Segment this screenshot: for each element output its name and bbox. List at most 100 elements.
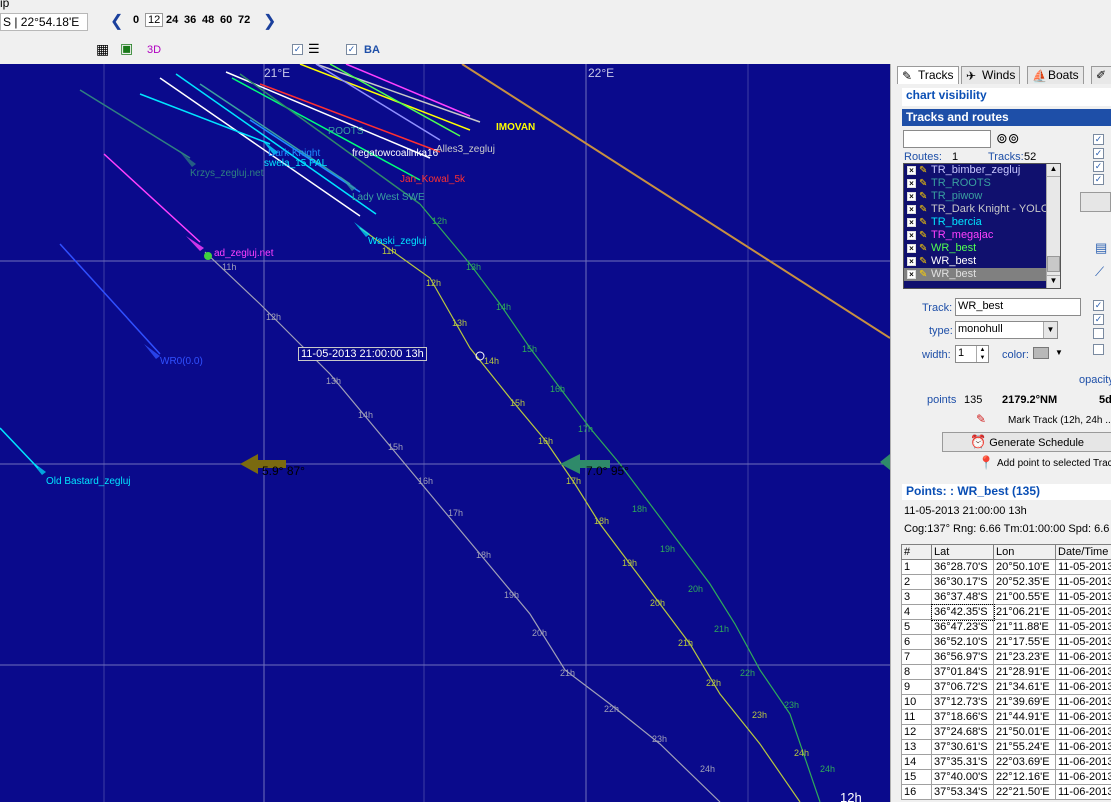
table-row[interactable]: 14 37°35.31'S 22°03.69'E 11-06-2013 xyxy=(901,754,1111,770)
table-row[interactable]: 15 37°40.00'S 22°12.16'E 11-06-2013 xyxy=(901,769,1111,785)
ba-checkbox[interactable]: ✓ xyxy=(346,44,357,55)
type-select[interactable]: monohull ▼ xyxy=(955,321,1058,339)
route-list-item[interactable]: × ✎ WR_best xyxy=(904,255,1060,268)
scroll-down-button[interactable]: ▼ xyxy=(1047,275,1060,288)
track-option-checkbox[interactable]: ✓ xyxy=(1093,300,1104,311)
routes-list[interactable]: × ✎ TR_bimber_zegluj × ✎ TR_ROOTS × ✎ TR_piwow × ✎… xyxy=(903,163,1061,289)
add-point-button[interactable]: Add point to selected Track xyxy=(997,458,1111,469)
track-option-checkbox[interactable] xyxy=(1093,328,1104,339)
track-name-input[interactable]: WR_best xyxy=(955,298,1081,316)
table-header[interactable]: Date/Time xyxy=(1055,544,1111,560)
chart-visibility-header[interactable]: chart visibility xyxy=(902,88,1111,106)
track-option-checkbox[interactable] xyxy=(1093,344,1104,355)
route-visible-checkbox[interactable]: × xyxy=(907,205,916,214)
hour-button-72[interactable]: 72 xyxy=(238,14,250,26)
tab-tracks[interactable]: ✎ Tracks xyxy=(897,66,959,84)
tab-boats[interactable]: ⛵ Boats xyxy=(1027,66,1084,84)
route-visible-checkbox[interactable]: × xyxy=(907,218,916,227)
hour-button-48[interactable]: 48 xyxy=(202,14,214,26)
table-cell: 21°17.55'E xyxy=(993,634,1056,650)
mode-3d-toggle[interactable]: 3D xyxy=(147,44,161,56)
route-list-item[interactable]: × ✎ TR_megajac xyxy=(904,229,1060,242)
next-time-button[interactable]: ❯ xyxy=(263,11,276,31)
table-header[interactable]: Lat xyxy=(931,544,994,560)
table-row[interactable]: 6 36°52.10'S 21°17.55'E 11-05-2013 xyxy=(901,634,1111,650)
hour-button-24[interactable]: 24 xyxy=(166,14,178,26)
table-cell: 11-06-2013 xyxy=(1055,769,1111,785)
hour-button-0[interactable]: 0 xyxy=(133,14,139,26)
tab-more[interactable]: ✐ xyxy=(1091,66,1111,84)
table-row[interactable]: 7 36°56.97'S 21°23.23'E 11-06-2013 xyxy=(901,649,1111,665)
color-swatch[interactable] xyxy=(1033,347,1049,359)
binoculars-icon[interactable]: ⊚⊚ xyxy=(996,130,1019,147)
color-dropdown-icon[interactable]: ▼ xyxy=(1055,348,1063,357)
chart-map[interactable]: 21°E 22°E IMOVAN ROOTS Dark Knight frega… xyxy=(0,64,890,802)
track-hour-label: 18h xyxy=(476,550,492,560)
alarm-clock-icon: ⏰ xyxy=(969,434,987,449)
table-row[interactable]: 2 36°30.17'S 20°52.35'E 11-05-2013 xyxy=(901,574,1111,590)
side-checkbox[interactable]: ✓ xyxy=(1093,148,1104,159)
mark-track-button[interactable]: Mark Track (12h, 24h ..) xyxy=(1008,415,1111,426)
track-search-input[interactable] xyxy=(903,130,991,148)
hour-button-60[interactable]: 60 xyxy=(220,14,232,26)
route-tool-icon[interactable]: ⟋ xyxy=(1095,264,1104,280)
side-checkbox[interactable]: ✓ xyxy=(1093,161,1104,172)
table-cell: 36°52.10'S xyxy=(931,634,994,650)
tracks-label: Tracks: xyxy=(988,151,1024,163)
route-list-item[interactable]: × ✎ TR_piwow xyxy=(904,190,1060,203)
boat-icon xyxy=(30,460,46,475)
route-visible-checkbox[interactable]: × xyxy=(907,244,916,253)
table-row[interactable]: 13 37°30.61'S 21°55.24'E 11-06-2013 xyxy=(901,739,1111,755)
table-row[interactable]: 10 37°12.73'S 21°39.69'E 11-06-2013 xyxy=(901,694,1111,710)
side-checkbox[interactable]: ✓ xyxy=(1093,134,1104,145)
boat-label: swela_15 PAL xyxy=(264,158,328,169)
route-list-item[interactable]: × ✎ WR_best xyxy=(904,242,1060,255)
route-list-item[interactable]: × ✎ TR_bercia xyxy=(904,216,1060,229)
route-list-item[interactable]: × ✎ TR_ROOTS xyxy=(904,177,1060,190)
route-visible-checkbox[interactable]: × xyxy=(907,231,916,240)
layers-checkbox[interactable]: ✓ xyxy=(292,44,303,55)
winds-tab-icon: ✈ xyxy=(966,69,977,83)
track-option-checkbox[interactable]: ✓ xyxy=(1093,314,1104,325)
side-checkbox[interactable]: ✓ xyxy=(1093,174,1104,185)
table-header[interactable]: # xyxy=(901,544,932,560)
side-action-button[interactable] xyxy=(1080,192,1111,212)
table-row[interactable]: 9 37°06.72'S 21°34.61'E 11-06-2013 xyxy=(901,679,1111,695)
table-row[interactable]: 11 37°18.66'S 21°44.91'E 11-06-2013 xyxy=(901,709,1111,725)
prev-time-button[interactable]: ❮ xyxy=(110,11,123,31)
track-hour-label: 12h xyxy=(426,278,442,288)
table-row[interactable]: 16 37°53.34'S 22°21.50'E 11-06-2013 xyxy=(901,784,1111,800)
track-hour-label: 19h xyxy=(504,590,520,600)
calculator-icon[interactable]: ▦ xyxy=(96,41,109,58)
table-row[interactable]: 12 37°24.68'S 21°50.01'E 11-06-2013 xyxy=(901,724,1111,740)
table-row[interactable]: 3 36°37.48'S 21°00.55'E 11-05-2013 xyxy=(901,589,1111,605)
route-visible-checkbox[interactable]: × xyxy=(907,192,916,201)
pencil-icon: ✎ xyxy=(919,165,928,176)
route-visible-checkbox[interactable]: × xyxy=(907,257,916,266)
table-row[interactable]: 5 36°47.23'S 21°11.88'E 11-05-2013 xyxy=(901,619,1111,635)
route-visible-checkbox[interactable]: × xyxy=(907,166,916,175)
scroll-thumb[interactable] xyxy=(1047,256,1060,272)
route-list-item[interactable]: × ✎ TR_Dark Knight - YOLO xyxy=(904,203,1060,216)
route-list-item[interactable]: × ✎ WR_best xyxy=(904,268,1060,281)
hour-button-12[interactable]: 12 xyxy=(145,13,164,27)
table-row[interactable]: 4 36°42.35'S 21°06.21'E 11-05-2013 xyxy=(901,603,1111,621)
chevron-down-icon[interactable]: ▼ xyxy=(1043,322,1057,338)
scroll-up-button[interactable]: ▲ xyxy=(1047,164,1060,177)
route-list-item[interactable]: × ✎ TR_bimber_zegluj xyxy=(904,164,1060,177)
hour-button-36[interactable]: 36 xyxy=(184,14,196,26)
table-row[interactable]: 1 36°28.70'S 20°50.10'E 11-05-2013 xyxy=(901,559,1111,575)
route-visible-checkbox[interactable]: × xyxy=(907,179,916,188)
copy-icon[interactable]: ▤ xyxy=(1095,240,1107,256)
device-icon[interactable]: ▣ xyxy=(120,40,133,57)
route-visible-checkbox[interactable]: × xyxy=(907,270,916,279)
width-stepper[interactable]: 1 ▲ ▼ xyxy=(955,345,989,363)
tab-winds[interactable]: ✈ Winds xyxy=(961,66,1021,84)
routes-scrollbar[interactable]: ▲ ▼ xyxy=(1046,164,1060,288)
stepper-arrows-icon[interactable]: ▲ ▼ xyxy=(976,346,988,362)
table-header[interactable]: Lon xyxy=(993,544,1056,560)
table-row[interactable]: 8 37°01.84'S 21°28.91'E 11-06-2013 xyxy=(901,664,1111,680)
layers-icon[interactable]: ☰ xyxy=(308,41,320,57)
points-table[interactable]: # Lat Lon Date/Time 1 36°28.70'S 20°50.10'E 11… xyxy=(901,544,1111,800)
generate-schedule-button[interactable]: ⏰ Generate Schedule xyxy=(942,432,1111,452)
